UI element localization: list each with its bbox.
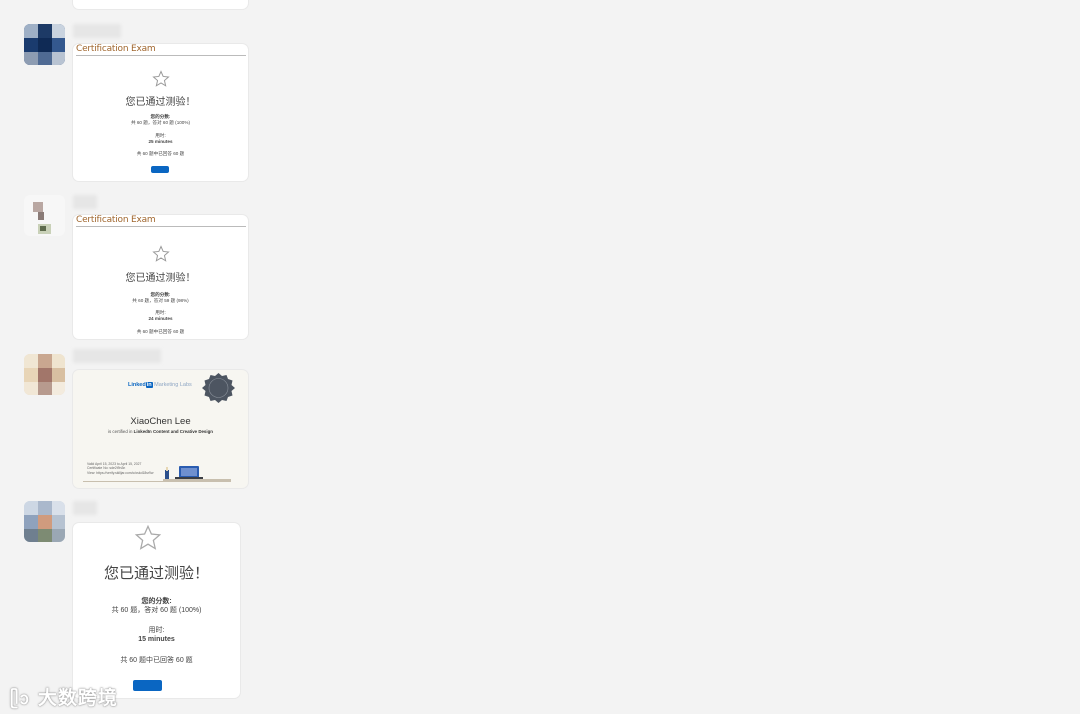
certificate-brand: Linkedin Marketing Labs — [128, 382, 192, 388]
certified-line: is certified in LinkedIn Content and Cre… — [73, 429, 248, 434]
brand-linked: Linked — [128, 382, 146, 388]
answered-line: 共 60 题中已回答 60 题 — [136, 329, 185, 334]
certificate-seal-icon — [202, 373, 235, 403]
time-value: 24 minutes — [148, 316, 173, 321]
desk-line — [83, 481, 231, 482]
time-block: 用时: 25 minutes — [73, 133, 248, 145]
score-line: 共 60 题，答对 60 题 (100%) — [111, 607, 202, 614]
certificate-details: Valid April 15, 2023 to April 15, 2027 C… — [87, 462, 153, 475]
avatar[interactable] — [24, 195, 65, 236]
time-label: 用时: — [148, 627, 165, 634]
sender-name — [73, 24, 121, 38]
score-line: 共 60 题，答对 59 题 (98%) — [132, 298, 189, 303]
exam-result-image[interactable]: Certification Exam 您已通过测验！ 您的分数: 共 60 题，… — [73, 215, 248, 339]
view-report-button[interactable] — [133, 680, 162, 691]
score-label: 您的分数: — [141, 598, 172, 605]
time-block: 用时: 24 minutes — [73, 310, 248, 322]
avatar[interactable] — [24, 501, 65, 542]
exam-title: Certification Exam — [76, 215, 246, 227]
pass-message: 您已通过测验！ — [125, 273, 196, 284]
score-block: 您的分数: 共 60 题，答对 60 题 (100%) — [73, 114, 248, 126]
avatar[interactable] — [24, 354, 65, 395]
sender-name — [73, 501, 97, 515]
avatar[interactable] — [24, 24, 65, 65]
watermark: ᥫᩣ 大数跨境 — [10, 683, 118, 713]
exam-result-image[interactable]: Certification Exam 您已通过测验！ 您的分数: 共 60 题，… — [73, 44, 248, 181]
pass-message: 您已通过测验！ — [125, 97, 196, 108]
pass-message: 您已通过测验！ — [103, 564, 209, 582]
verify-url: View: https://verify.skilljar.com/c/oskd… — [87, 470, 154, 475]
star-icon — [134, 524, 162, 550]
linkedin-logo-icon: in — [145, 382, 153, 388]
answered-line: 共 60 题中已回答 60 题 — [136, 151, 185, 156]
score-block: 您的分数: 共 60 题，答对 59 题 (98%) — [73, 292, 248, 304]
certified-course: LinkedIn Content and Creative Design — [133, 429, 213, 434]
score-block: 您的分数: 共 60 题，答对 60 题 (100%) — [73, 597, 240, 615]
certificate-image[interactable]: Linkedin Marketing Labs XiaoChen Lee is … — [73, 370, 248, 488]
answered-line: 共 60 题中已回答 60 题 — [120, 657, 193, 664]
view-report-button[interactable] — [151, 166, 169, 173]
certified-prefix: is certified in — [108, 429, 133, 434]
time-block: 用时: 15 minutes — [73, 626, 240, 644]
exam-title: Certification Exam — [76, 44, 246, 56]
watermark-logo-icon: ᥫᩣ — [10, 689, 31, 709]
exam-result-image[interactable]: 您已通过测验！ 您的分数: 共 60 题，答对 60 题 (100%) 用时: … — [73, 523, 240, 698]
previous-message-card[interactable] — [73, 0, 248, 9]
star-icon — [152, 245, 170, 262]
brand-rest: Marketing Labs — [154, 382, 192, 388]
certificate-name: XiaoChen Lee — [130, 416, 191, 427]
time-value: 25 minutes — [148, 139, 173, 144]
score-line: 共 60 题，答对 60 题 (100%) — [131, 120, 190, 125]
sender-name — [73, 349, 161, 363]
time-value: 15 minutes — [138, 636, 175, 643]
star-icon — [152, 70, 170, 87]
sender-name — [73, 195, 97, 209]
watermark-text: 大数跨境 — [37, 687, 118, 709]
